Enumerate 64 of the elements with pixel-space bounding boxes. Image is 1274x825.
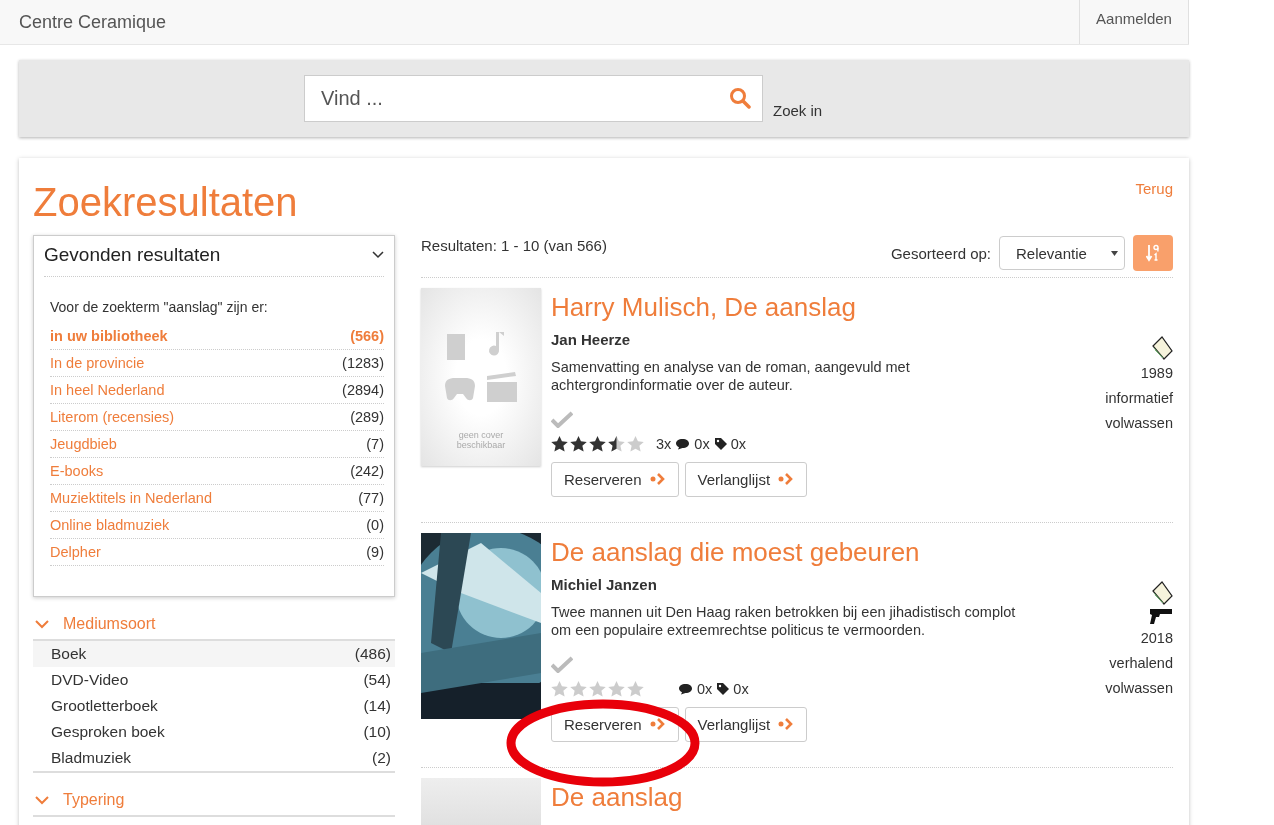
reserve-button[interactable]: Reserveren (551, 461, 679, 497)
sort-order-button[interactable] (1133, 235, 1173, 271)
audience-label: volwassen (1105, 414, 1173, 433)
book-icon (1151, 581, 1173, 605)
result-source-link[interactable]: Literom (recensies) (289) (50, 404, 384, 431)
sort-select[interactable]: Relevantie (999, 236, 1125, 270)
result-source-link[interactable]: In de provincie (1283) (50, 350, 384, 377)
genre-label: informatief (1105, 389, 1173, 408)
intro-text: Voor de zoekterm "aanslag" zijn er: (50, 299, 269, 315)
chevron-icon (35, 619, 49, 629)
comment-icon (678, 682, 693, 695)
comment-icon (675, 437, 691, 450)
page-title: Zoekresultaten (33, 180, 298, 225)
no-cover-text: geen cover beschikbaar (455, 430, 507, 450)
arrow-icon (649, 473, 666, 486)
facet-option[interactable]: Grootletterboek (14) (33, 693, 395, 719)
author-name: Jan Heerze (551, 331, 632, 349)
site-title[interactable]: Centre Ceramique (19, 11, 167, 33)
facet-option[interactable]: Bladmuziek (2) (33, 745, 395, 771)
review-count: 0x (694, 435, 710, 452)
result-source-link[interactable]: Jeugdbieb (7) (50, 431, 384, 458)
publication-year: 1989 (1140, 364, 1173, 383)
arrow-icon (778, 473, 795, 486)
tag-count: 0x (730, 435, 746, 452)
result-source-link[interactable]: Muziektitels in Nederland (77) (50, 485, 384, 512)
checkmark-icon[interactable] (551, 655, 573, 673)
result-source-link[interactable]: E-books (242) (50, 458, 384, 485)
description-text: Samenvatting en analyse van de roman, aangevuld met achtergrondinformatie over de auteur. (551, 358, 911, 395)
search-scope-label: Zoek in (773, 102, 823, 119)
author-name: Michiel Janzen (551, 576, 658, 594)
checkmark-icon[interactable] (551, 410, 573, 428)
chevron-icon (35, 795, 49, 805)
wishlist-button[interactable]: Verlanglijst (684, 706, 808, 742)
sort-label: Gesorteerd op: (890, 244, 991, 262)
caret-icon (1111, 250, 1118, 256)
pistol-icon (1149, 607, 1173, 625)
star-rating[interactable] (551, 680, 644, 697)
results-summary: Resultaten: 1 - 10 (van 566) (421, 237, 607, 254)
book-icon (1151, 336, 1173, 360)
genre-label: verhalend (1109, 654, 1173, 673)
wishlist-button[interactable]: Verlanglijst (684, 461, 808, 497)
result-source-link[interactable]: Online bladmuziek (0) (50, 512, 384, 539)
tag-count: 0x (733, 680, 749, 697)
review-count: 0x (697, 680, 713, 697)
arrow-icon (649, 718, 666, 731)
login-link[interactable]: Aanmelden (1079, 0, 1189, 44)
result-source-link[interactable]: Delpher (9) (50, 539, 384, 566)
search-field[interactable]: Vind ... (304, 75, 763, 122)
publication-year: 2018 (1140, 629, 1173, 648)
facet-option[interactable]: Gesproken boek (10) (33, 719, 395, 745)
chevron-down-icon[interactable] (372, 251, 384, 259)
panel-title: Gevonden resultaten (44, 244, 221, 266)
facet-option[interactable]: Boek (486) (33, 641, 395, 667)
result-source-link[interactable]: In heel Nederland (2894) (50, 377, 384, 404)
search-icon[interactable] (729, 87, 751, 109)
audience-label: volwassen (1105, 679, 1173, 698)
arrow-icon (778, 718, 795, 731)
tag-icon (716, 682, 730, 696)
star-rating[interactable] (551, 435, 644, 452)
facet-option[interactable]: DVD-Video (54) (33, 667, 395, 693)
sort-numeric-icon (1146, 244, 1160, 262)
description-text: Twee mannen uit Den Haag raken betrokken bij een jihadistisch complot om een populaire extreemrechtse politicus te vermoorden. (551, 603, 1017, 640)
rating-count: 3x (656, 435, 672, 452)
tag-icon (713, 437, 727, 451)
